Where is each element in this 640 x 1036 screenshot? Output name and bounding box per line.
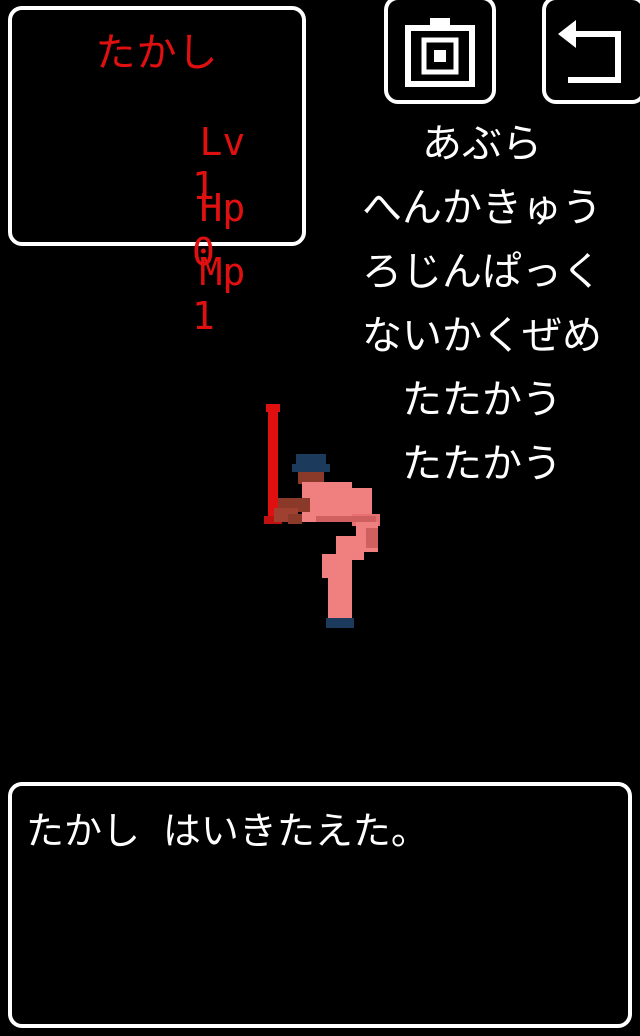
- bat: [268, 406, 278, 516]
- command-tatakau-1[interactable]: たたかう: [352, 374, 612, 438]
- command-menu: あぶら へんかきゅう ろじんぱっく ないかくぜめ たたかう たたかう: [352, 118, 612, 502]
- command-abura[interactable]: あぶら: [352, 118, 612, 182]
- camera-icon: [405, 18, 475, 87]
- mp-label: Mp: [199, 250, 246, 294]
- mp-value: 1: [192, 294, 215, 338]
- command-tatakau-2[interactable]: たたかう: [352, 438, 612, 502]
- command-rojinpakku[interactable]: ろじんぱっく: [352, 246, 612, 310]
- character-name: たかし: [95, 30, 219, 76]
- message-text: たかし はいきたえた。: [26, 809, 429, 853]
- command-naikakuzeme[interactable]: ないかくぜめ: [352, 310, 612, 374]
- mp-row: Mp 1: [108, 206, 245, 382]
- status-panel: たかし Lv 1 Hp 0 Mp 1: [8, 6, 306, 338]
- batter-character: [256, 404, 388, 636]
- message-window: たかし はいきたえた。: [8, 782, 632, 1028]
- back-button[interactable]: [542, 0, 640, 104]
- back-arrow-icon: [558, 20, 621, 83]
- batter-sprite: [264, 404, 380, 628]
- command-henkakyuu[interactable]: へんかきゅう: [352, 182, 612, 246]
- camera-button[interactable]: [384, 0, 496, 104]
